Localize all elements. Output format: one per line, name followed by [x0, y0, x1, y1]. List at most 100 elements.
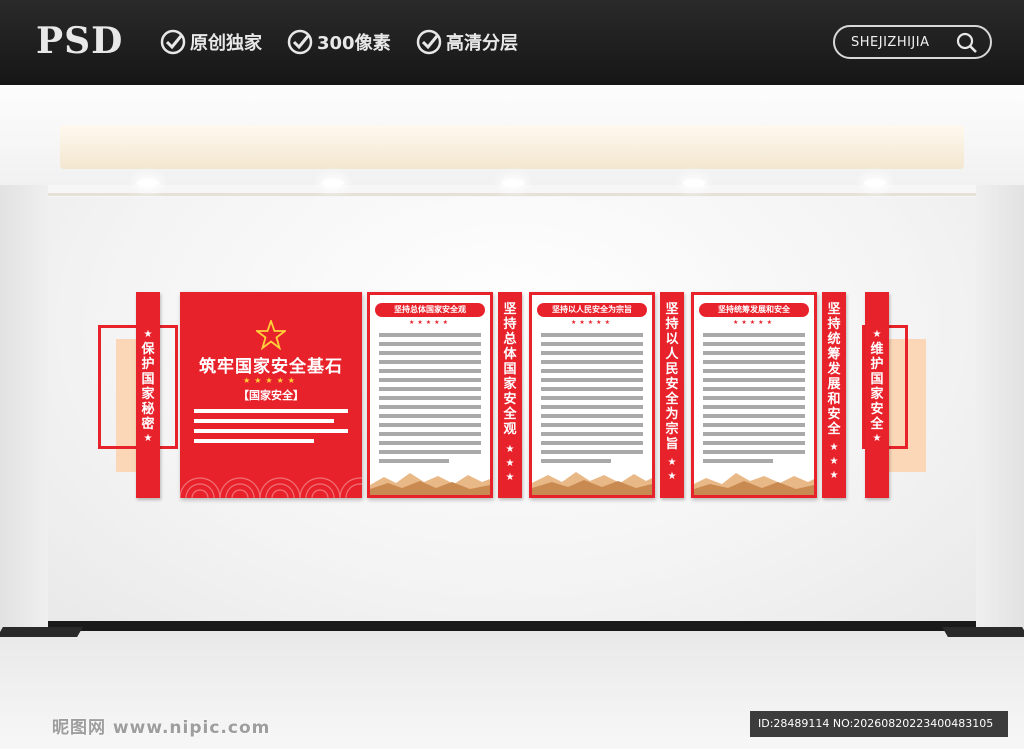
floor-edge-left	[0, 627, 83, 637]
text-line	[194, 429, 348, 433]
downlight	[683, 179, 705, 187]
divider-banner-text: 坚持总体国家安全观	[503, 302, 517, 437]
five-point-star-icon	[256, 320, 286, 350]
ceiling-light-cove	[60, 125, 964, 169]
divider-vertical-banner-1: 坚持总体国家安全观 ★ ★ ★	[498, 292, 522, 498]
placeholder-line	[379, 342, 481, 346]
placeholder-line	[541, 423, 643, 427]
panel-heading: 坚持以人民安全为宗旨	[537, 303, 647, 317]
star-icon: ★	[143, 329, 153, 340]
search-icon[interactable]	[956, 32, 978, 54]
placeholder-line	[703, 459, 773, 463]
placeholder-line	[541, 405, 643, 409]
mountain-illustration	[370, 473, 490, 495]
text-line	[194, 419, 334, 423]
divider-banner-text: 坚持以人民安全为宗旨	[665, 302, 679, 452]
text-line	[194, 409, 348, 413]
placeholder-line	[379, 432, 481, 436]
content-panel-3: 坚持统筹发展和安全 ★★★★★	[691, 292, 817, 498]
ceiling-edge	[0, 193, 1024, 196]
placeholder-line	[541, 342, 643, 346]
star-icon: ★	[667, 457, 677, 468]
divider-vertical-banner-2: 坚持以人民安全为宗旨 ★ ★	[660, 292, 684, 498]
downlight	[322, 179, 344, 187]
placeholder-line	[703, 351, 805, 355]
image-id-label: ID:28489114 NO:20260820223400483105	[750, 711, 1008, 737]
site-watermark: 昵图网 www.nipic.com	[52, 718, 271, 738]
placeholder-line	[379, 351, 481, 355]
decorative-stars: ★★★★★	[243, 376, 299, 385]
placeholder-line	[703, 423, 805, 427]
placeholder-line	[703, 360, 805, 364]
placeholder-line	[541, 432, 643, 436]
placeholder-line	[703, 450, 805, 454]
check-circle-icon	[160, 29, 186, 55]
divider-banner-text: 坚持统筹发展和安全	[827, 302, 841, 437]
side-wall-left	[0, 185, 48, 635]
placeholder-line	[703, 342, 805, 346]
feature-layered: 高清分层	[416, 28, 518, 56]
star-icon: ★	[872, 329, 882, 340]
main-title-panel: 筑牢国家安全基石 ★★★★★ 【国家安全】	[180, 292, 362, 498]
star-icon: ★	[143, 433, 153, 444]
placeholder-line	[379, 396, 481, 400]
mountain-illustration	[532, 472, 652, 495]
placeholder-line	[703, 414, 805, 418]
right-banner-text: 维护国家安全	[870, 342, 884, 432]
placeholder-line	[541, 450, 643, 454]
check-circle-icon	[287, 29, 313, 55]
left-vertical-banner: ★ 保护国家秘密 ★	[136, 292, 160, 498]
placeholder-line	[541, 378, 643, 382]
panel-stars: ★★★★★	[733, 319, 775, 326]
top-banner: PSD 原创独家 300像素 高清分层 SHEJIZHIJIA	[0, 0, 1024, 85]
placeholder-line	[703, 369, 805, 373]
placeholder-line	[703, 378, 805, 382]
star-icon: ★	[829, 442, 839, 453]
placeholder-line	[703, 441, 805, 445]
feature-label: 300像素	[317, 33, 391, 54]
placeholder-line	[379, 369, 481, 373]
text-line	[194, 439, 314, 443]
psd-logo: PSD	[36, 20, 124, 62]
watermark-footer: 昵图网 www.nipic.com ID:28489114 NO:2026082…	[0, 705, 1024, 749]
placeholder-line	[703, 387, 805, 391]
star-icon: ★	[667, 471, 677, 482]
placeholder-line	[379, 441, 481, 445]
cloud-wave-pattern	[180, 477, 362, 498]
side-wall-right	[976, 185, 1024, 635]
feature-label: 高清分层	[446, 33, 518, 54]
placeholder-line	[541, 369, 643, 373]
feature-resolution: 300像素	[287, 28, 391, 56]
placeholder-line	[541, 441, 643, 445]
star-icon: ★	[505, 458, 515, 469]
divider-vertical-banner-3: 坚持统筹发展和安全 ★ ★ ★	[822, 292, 846, 498]
panel-heading: 坚持总体国家安全观	[375, 303, 485, 317]
placeholder-line	[703, 405, 805, 409]
feature-label: 原创独家	[190, 33, 262, 54]
star-icon: ★	[829, 456, 839, 467]
floor-edge-right	[942, 627, 1024, 637]
placeholder-line	[379, 414, 481, 418]
star-icon: ★	[829, 470, 839, 481]
placeholder-line	[379, 405, 481, 409]
feature-original: 原创独家	[160, 28, 262, 56]
placeholder-line	[703, 333, 805, 337]
placeholder-line	[379, 378, 481, 382]
placeholder-line	[379, 360, 481, 364]
placeholder-line	[541, 387, 643, 391]
placeholder-line	[379, 423, 481, 427]
main-subtitle: 【国家安全】	[238, 389, 304, 402]
placeholder-line	[541, 459, 611, 463]
panel-stars: ★★★★★	[571, 319, 613, 326]
search-box[interactable]: SHEJIZHIJIA	[833, 25, 992, 59]
content-panel-1: 坚持总体国家安全观 ★★★★★	[367, 292, 493, 498]
placeholder-line	[379, 333, 481, 337]
placeholder-line	[541, 333, 643, 337]
mountain-illustration	[694, 473, 814, 495]
placeholder-line	[379, 387, 481, 391]
downlight	[502, 179, 524, 187]
placeholder-line	[541, 360, 643, 364]
placeholder-line	[379, 450, 481, 454]
right-vertical-banner: ★ 维护国家安全 ★	[865, 292, 889, 498]
panel-heading: 坚持统筹发展和安全	[699, 303, 809, 317]
